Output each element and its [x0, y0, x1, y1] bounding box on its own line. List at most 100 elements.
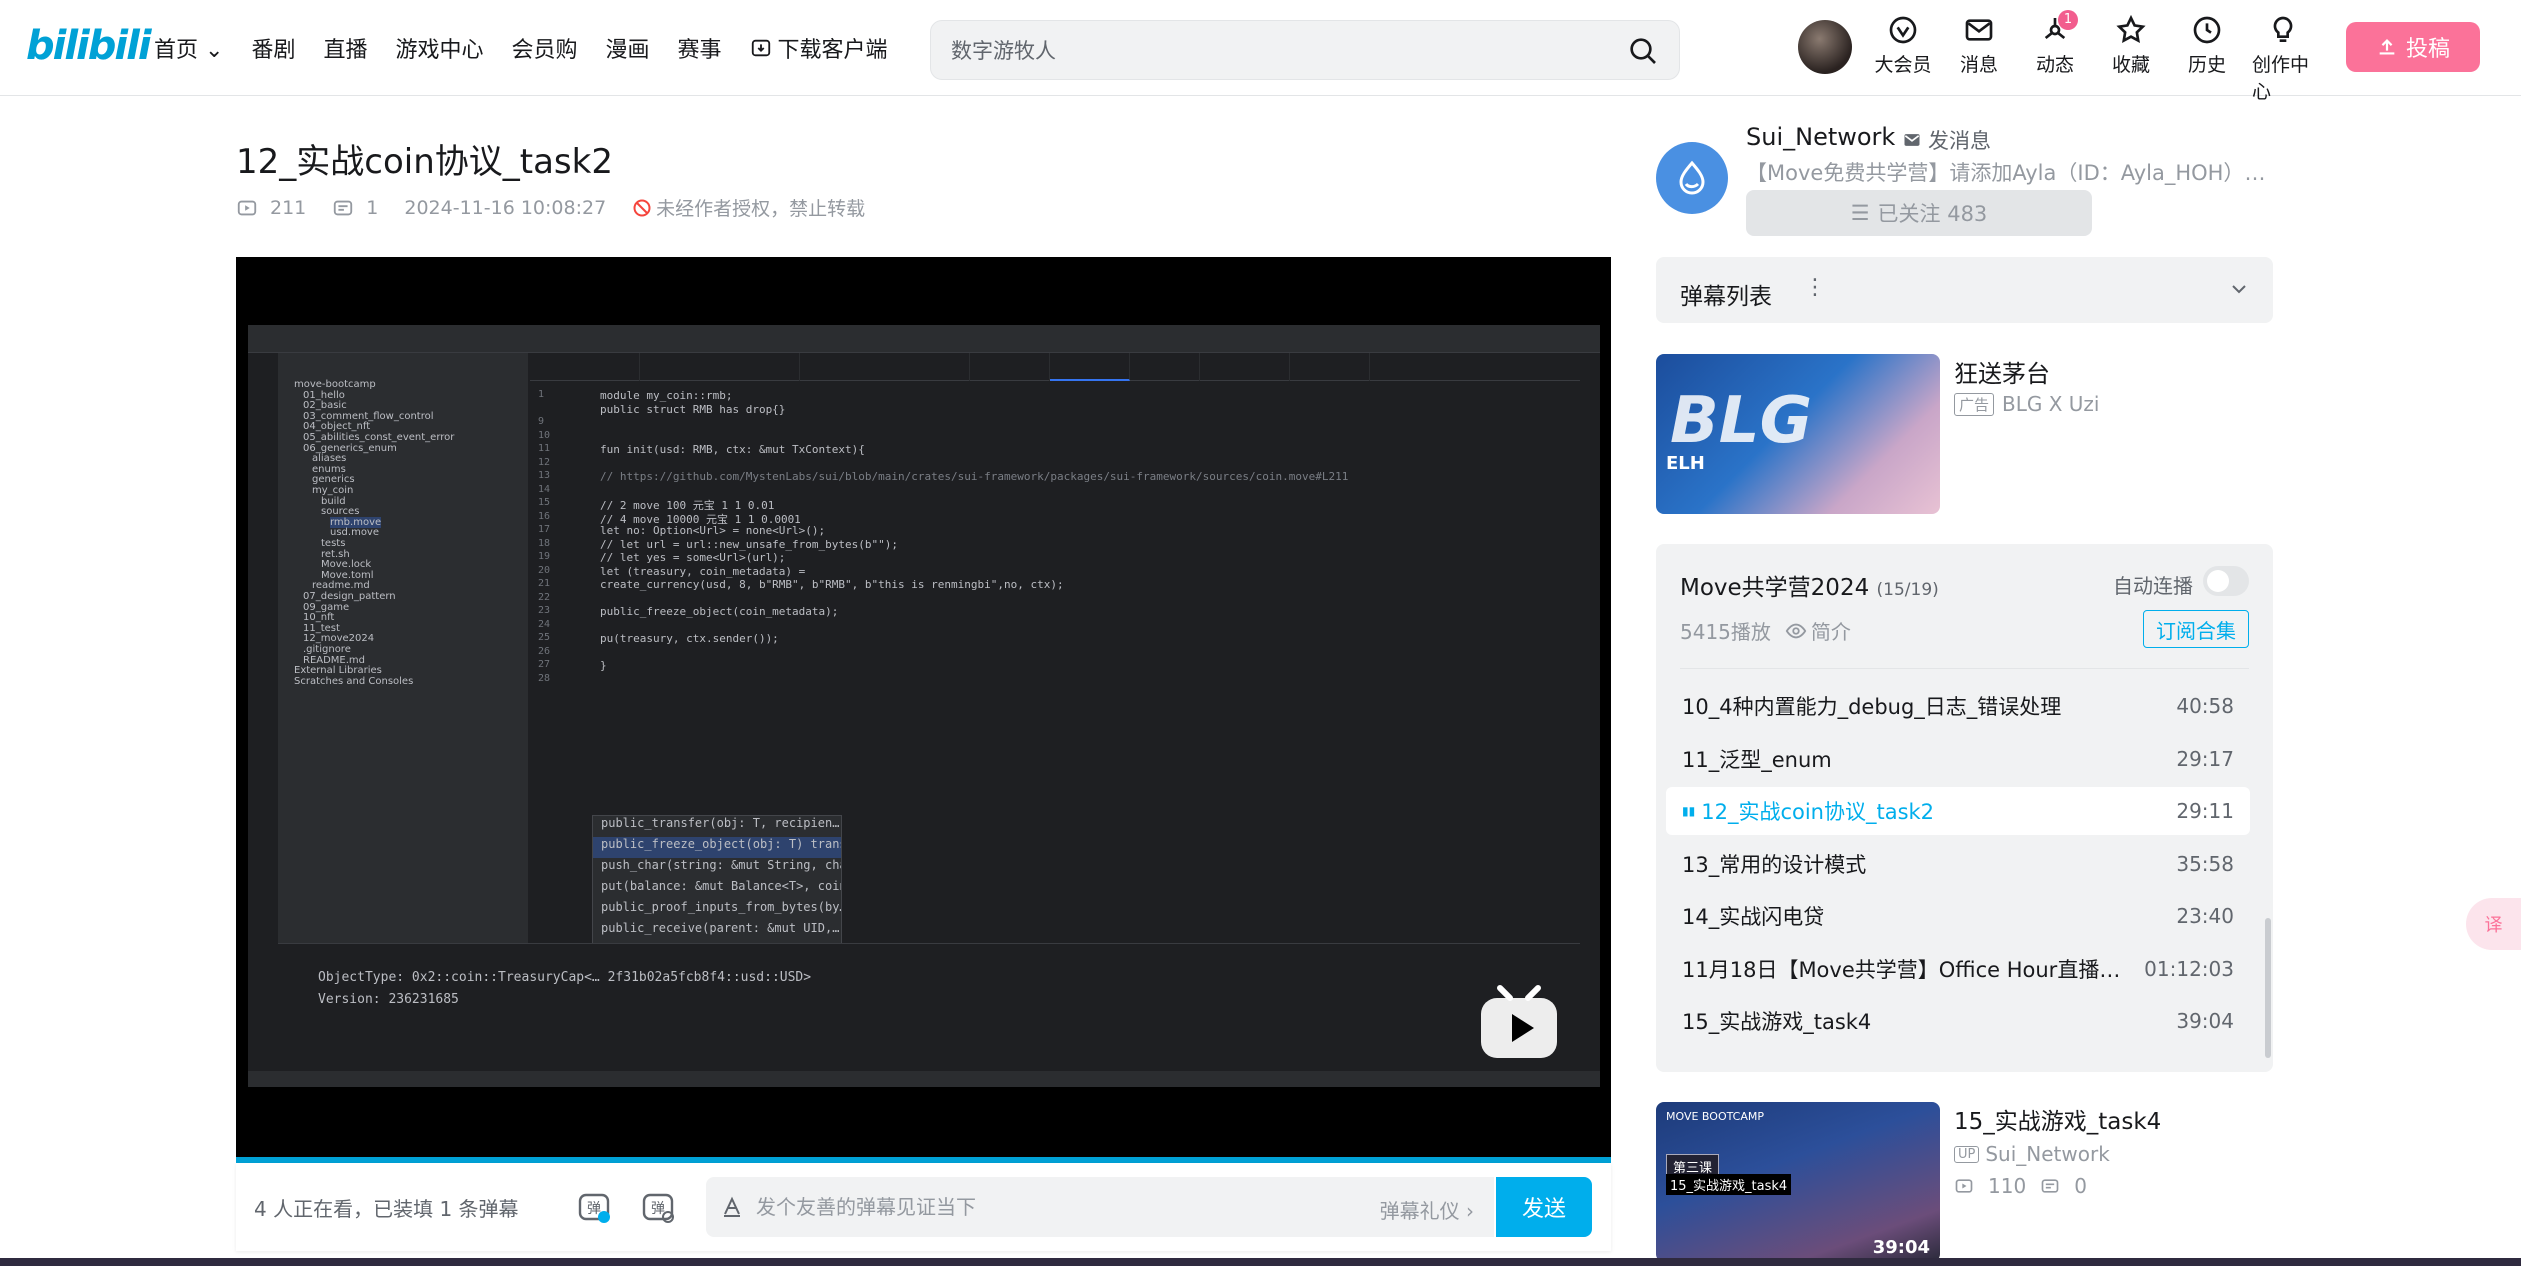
star-icon — [2116, 14, 2146, 43]
line-number: 18 — [538, 537, 551, 549]
collection-stats: 5415播放 简介 — [1680, 616, 1851, 645]
send-danmaku-button[interactable]: 发送 — [1496, 1177, 1592, 1237]
episode-title: 13_常用的设计模式 — [1682, 852, 1867, 877]
recommended-title[interactable]: 15_实战游戏_task4 — [1954, 1102, 2161, 1136]
ad-title[interactable]: 狂送茅台 — [1954, 354, 2050, 389]
recommended-video-card[interactable]: MOVE BOOTCAMP 第三课 15_实战游戏_task4 39:04 15… — [1656, 1102, 2273, 1266]
episode-duration: 01:12:03 — [2144, 956, 2234, 981]
vip-button[interactable]: 大会员 — [1872, 14, 1934, 104]
bulb-icon — [2273, 16, 2293, 42]
history-button[interactable]: 历史 — [2176, 14, 2238, 104]
nav-live[interactable]: 直播 — [323, 32, 367, 64]
upload-button[interactable]: 投稿 — [2346, 22, 2480, 72]
creator-center-button[interactable]: 创作中心 — [2252, 14, 2314, 104]
favorites-button[interactable]: 收藏 — [2100, 14, 2162, 104]
project-tree-item: build — [321, 495, 346, 507]
recommended-thumbnail[interactable]: MOVE BOOTCAMP 第三课 15_实战游戏_task4 39:04 — [1656, 1102, 1940, 1262]
episode-item[interactable]: 11月18日【Move共学营】Office Hour直播… 01:12:03 — [1666, 945, 2250, 993]
nav-anime[interactable]: 番剧 — [251, 32, 295, 64]
project-tree-item: my_coin — [312, 485, 354, 496]
search-input[interactable] — [951, 33, 1591, 69]
episode-item[interactable]: 15_实战游戏_task4 39:04 — [1666, 997, 2250, 1045]
more-options-icon[interactable]: ⋮ — [1804, 275, 1826, 300]
chevron-down-icon[interactable] — [2229, 279, 2249, 299]
follow-button[interactable]: ☰ 已关注 483 — [1746, 190, 2092, 236]
line-number: 1 — [538, 389, 545, 400]
nav-manga[interactable]: 漫画 — [606, 32, 650, 64]
upload-icon — [2379, 39, 2395, 55]
project-tree-item: 11_test — [303, 622, 340, 634]
nav-download-client[interactable]: 下载客户端 — [750, 32, 888, 64]
divider — [1680, 668, 2249, 669]
download-icon — [751, 39, 770, 57]
code-line: public_freeze_object(coin_metadata); — [600, 605, 839, 618]
episode-title: 15_实战游戏_task4 — [1682, 1010, 1872, 1034]
send-message-link[interactable]: 发消息 — [1902, 125, 1991, 155]
line-number: 28 — [538, 672, 551, 684]
danmaku-settings-icon[interactable]: 弹 — [640, 1189, 676, 1225]
nav-home[interactable]: 首页 ⌄ — [154, 32, 223, 64]
episode-duration: 39:04 — [2176, 1009, 2234, 1033]
project-tree-item: 05_abilities_const_event_error — [303, 432, 455, 443]
watching-count: 4 人正在看，已装填 1 条弹幕 — [254, 1197, 519, 1221]
project-tree-item: 03_comment_flow_control — [303, 410, 434, 422]
collection-title[interactable]: Move共学营2024 (15/19) — [1680, 568, 1939, 602]
bootcamp-brand: MOVE BOOTCAMP — [1666, 1110, 1765, 1123]
video-player[interactable]: move-bootcamp 01_hello 02_basic 03_comment_… — [236, 257, 1611, 1163]
recommended-duration: 39:04 — [1872, 1237, 1930, 1258]
intro-link[interactable]: 简介 — [1785, 616, 1851, 645]
project-tree-item: 01_hello — [303, 389, 345, 401]
ide-terminal: ObjectType: 0x2::coin::TreasuryCap<… 2f3… — [278, 943, 1580, 1071]
danmaku-send-bar: 4 人正在看，已装填 1 条弹幕 弹 弹 弹幕礼仪 › 发送 — [236, 1163, 1611, 1251]
uploader-name[interactable]: Sui_Network — [1746, 123, 1895, 151]
episode-item[interactable]: 11_泛型_enum 29:17 — [1666, 735, 2250, 783]
line-number: 24 — [538, 618, 551, 630]
recommended-uploader[interactable]: UP Sui_Network — [1954, 1142, 2110, 1166]
ad-card[interactable]: BLG ELH 狂送茅台 广告 BLG X Uzi — [1656, 354, 2273, 516]
nav-esports[interactable]: 赛事 — [678, 32, 722, 64]
danmaku-list-title: 弹幕列表 — [1680, 284, 1772, 310]
danmaku-input[interactable] — [756, 1191, 1316, 1223]
ide-statusbar — [248, 1071, 1600, 1087]
nav-mall[interactable]: 会员购 — [512, 32, 578, 64]
ad-thumbnail[interactable]: BLG ELH — [1656, 354, 1940, 514]
collection-scrollbar[interactable] — [2265, 918, 2271, 1058]
line-number: 25 — [538, 632, 551, 643]
line-number: 20 — [538, 564, 551, 576]
danmaku-toggle-icon[interactable]: 弹 — [576, 1189, 612, 1225]
episode-duration: 40:58 — [2176, 694, 2234, 718]
uploader-avatar[interactable] — [1656, 142, 1728, 214]
translate-float-button[interactable]: 译 — [2466, 898, 2521, 950]
episode-item[interactable]: 10_4种内置能力_debug_日志_错误处理 40:58 — [1666, 682, 2250, 730]
eye-icon — [1785, 623, 1807, 638]
collection-panel: Move共学营2024 (15/19) 自动连播 5415播放 简介 订阅合集 … — [1656, 544, 2273, 1072]
project-tree-item: README.md — [303, 654, 366, 666]
nav-game-center[interactable]: 游戏中心 — [395, 32, 483, 64]
user-avatar[interactable] — [1798, 20, 1852, 74]
line-number: 27 — [538, 659, 551, 670]
subscribe-collection-button[interactable]: 订阅合集 — [2143, 610, 2249, 648]
project-tree-item: rmb.move — [330, 516, 382, 528]
episode-item-active[interactable]: ▮▮ 12_实战coin协议_task2 29:11 — [1666, 787, 2250, 835]
copyright-notice: 未经作者授权，禁止转载 — [632, 194, 865, 221]
project-tree-item: 09_game — [303, 601, 350, 613]
message-button[interactable]: 消息 — [1948, 14, 2010, 104]
dynamic-button[interactable]: 1 动态 — [2024, 10, 2086, 104]
autoplay-toggle[interactable] — [2203, 566, 2249, 596]
episode-title: 14_实战闪电贷 — [1682, 905, 1825, 929]
line-number: 12 — [538, 456, 551, 468]
project-tree-item: 12_move2024 — [303, 633, 375, 645]
danmaku-list-header[interactable]: 弹幕列表 ⋮ — [1656, 257, 2273, 323]
episode-item[interactable]: 14_实战闪电贷 23:40 — [1666, 892, 2250, 940]
play-count-icon — [1955, 1179, 1973, 1193]
danmaku-count-icon — [334, 200, 353, 215]
episode-item[interactable]: 13_常用的设计模式 35:58 — [1666, 840, 2250, 888]
danmaku-etiquette-link[interactable]: 弹幕礼仪 › — [1380, 1195, 1474, 1224]
text-style-icon[interactable] — [720, 1195, 744, 1219]
project-tree-item: Move.toml — [321, 569, 374, 581]
play-button-icon[interactable] — [1476, 982, 1562, 1068]
search-icon[interactable] — [1627, 35, 1659, 67]
bilibili-logo[interactable]: bilibili — [26, 20, 152, 72]
code-line: pu(treasury, ctx.sender()); — [600, 632, 779, 645]
completion-item: put(balance: &mut Balance<T>, coin:… coi… — [601, 879, 841, 893]
